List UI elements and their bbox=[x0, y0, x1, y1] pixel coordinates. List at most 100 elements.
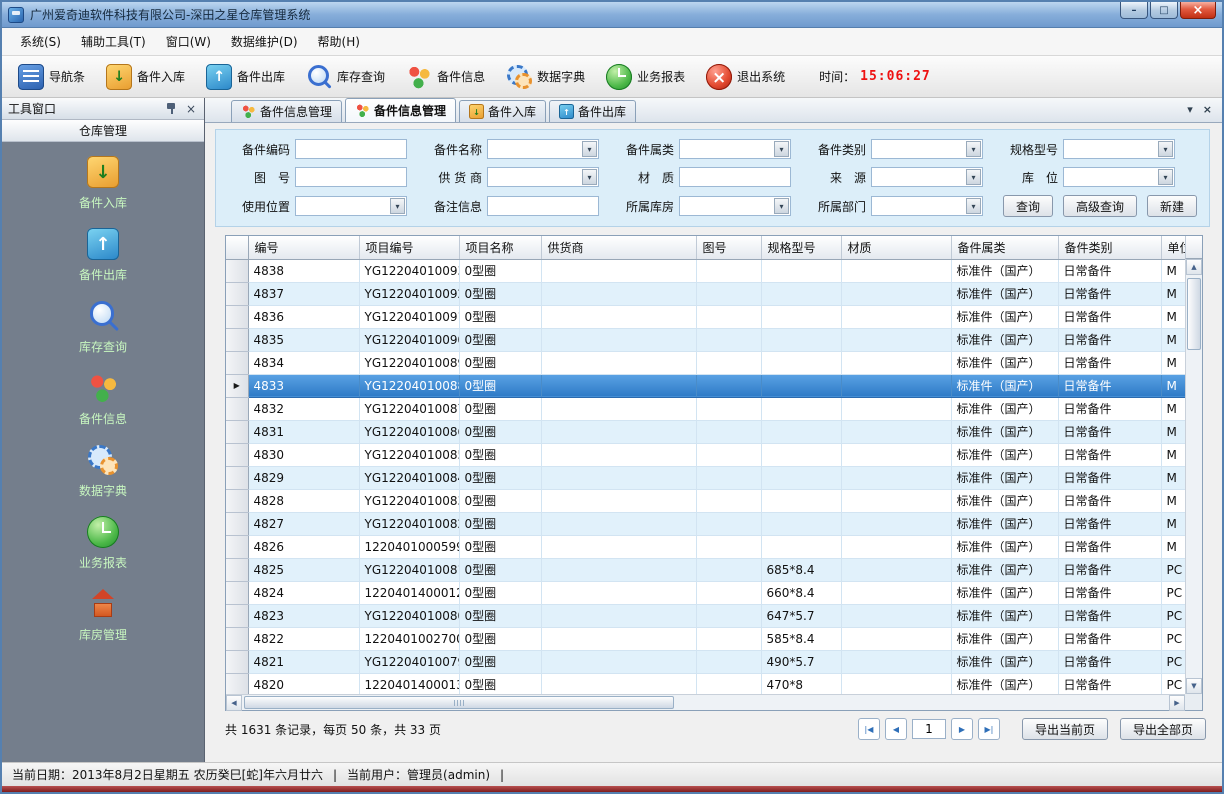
table-row[interactable]: 4830YG122040100850型圈标准件（国产）日常备件M bbox=[226, 443, 1185, 466]
close-button[interactable] bbox=[1180, 2, 1216, 19]
next-page-button[interactable] bbox=[951, 718, 973, 740]
vscroll-thumb[interactable] bbox=[1187, 278, 1201, 350]
tab[interactable]: 备件信息管理 bbox=[345, 98, 456, 122]
scroll-left-icon[interactable] bbox=[226, 695, 242, 711]
minimize-button[interactable] bbox=[1120, 2, 1148, 19]
maximize-button[interactable] bbox=[1150, 2, 1178, 19]
table-row[interactable]: 4836YG122040100910型圈标准件（国产）日常备件M bbox=[226, 305, 1185, 328]
vertical-scrollbar[interactable] bbox=[1185, 259, 1202, 694]
advanced-query-button[interactable]: 高级查询 bbox=[1063, 195, 1137, 217]
scroll-down-icon[interactable] bbox=[1186, 678, 1202, 694]
table-cell: PC bbox=[1161, 627, 1185, 650]
search-dropdown[interactable] bbox=[1063, 167, 1175, 187]
close-icon[interactable] bbox=[184, 103, 198, 115]
column-header[interactable]: 单位 bbox=[1161, 236, 1185, 259]
table-row[interactable]: 4821YG122040100790型圈490*5.7标准件（国产）日常备件PC bbox=[226, 650, 1185, 673]
search-dropdown[interactable] bbox=[1063, 139, 1175, 159]
column-header[interactable]: 材质 bbox=[841, 236, 951, 259]
export-all-pages-button[interactable]: 导出全部页 bbox=[1120, 718, 1206, 740]
tab[interactable]: 备件出库 bbox=[549, 100, 636, 122]
column-header[interactable]: 图号 bbox=[696, 236, 761, 259]
search-dropdown[interactable] bbox=[871, 139, 983, 159]
sidebar-item[interactable]: 备件入库 bbox=[79, 156, 127, 211]
tab[interactable]: 备件信息管理 bbox=[231, 100, 342, 122]
table-row[interactable]: 4829YG122040100840型圈标准件（国产）日常备件M bbox=[226, 466, 1185, 489]
column-header[interactable]: 编号 bbox=[248, 236, 359, 259]
horizontal-scrollbar[interactable] bbox=[226, 694, 1185, 710]
table-row[interactable]: 4833YG122040100880型圈标准件（国产）日常备件M bbox=[226, 374, 1185, 397]
tab-list-dropdown-icon[interactable] bbox=[1187, 103, 1193, 116]
table-row[interactable]: 4827YG122040100820型圈标准件（国产）日常备件M bbox=[226, 512, 1185, 535]
table-row[interactable]: 482412204014000120型圈660*8.4标准件（国产）日常备件PC bbox=[226, 581, 1185, 604]
scroll-right-icon[interactable] bbox=[1169, 695, 1185, 711]
sidebar-item[interactable]: 库存查询 bbox=[79, 300, 127, 355]
toolbar-button[interactable]: 退出系统 bbox=[698, 61, 793, 93]
table-row[interactable]: 4823YG122040100800型圈647*5.7标准件（国产）日常备件PC bbox=[226, 604, 1185, 627]
sidebar-item[interactable]: 业务报表 bbox=[79, 516, 127, 571]
toolbar-button[interactable]: 备件信息 bbox=[398, 61, 493, 93]
search-text-input[interactable] bbox=[295, 139, 407, 159]
search-dropdown[interactable] bbox=[487, 167, 599, 187]
menu-item[interactable]: 帮助(H) bbox=[308, 29, 370, 54]
new-button[interactable]: 新建 bbox=[1147, 195, 1197, 217]
menu-item[interactable]: 系统(S) bbox=[10, 29, 71, 54]
menu-item[interactable]: 辅助工具(T) bbox=[71, 29, 156, 54]
sidebar-item[interactable]: 备件出库 bbox=[79, 228, 127, 283]
toolbar-button[interactable]: 业务报表 bbox=[598, 61, 693, 93]
menu-item[interactable]: 窗口(W) bbox=[156, 29, 221, 54]
search-dropdown[interactable] bbox=[295, 196, 407, 216]
search-text-input[interactable] bbox=[679, 167, 791, 187]
search-text-input[interactable] bbox=[295, 167, 407, 187]
chevron-down-icon bbox=[582, 169, 597, 185]
toolbar-button[interactable]: 备件出库 bbox=[198, 61, 293, 93]
sidebar-item[interactable]: 数据字典 bbox=[79, 444, 127, 499]
table-row[interactable]: 4834YG122040100890型圈标准件（国产）日常备件M bbox=[226, 351, 1185, 374]
toolbar-button[interactable]: 库存查询 bbox=[298, 61, 393, 93]
column-header[interactable]: 规格型号 bbox=[761, 236, 841, 259]
search-dropdown[interactable] bbox=[679, 196, 791, 216]
table-cell: 标准件（国产） bbox=[951, 627, 1058, 650]
table-row[interactable]: 482612204010005990型圈标准件（国产）日常备件M bbox=[226, 535, 1185, 558]
table-cell: 0型圈 bbox=[459, 305, 541, 328]
hscroll-track[interactable] bbox=[242, 695, 1169, 710]
first-page-button[interactable] bbox=[858, 718, 880, 740]
table-row[interactable]: 482212204010027000型圈585*8.4标准件（国产）日常备件PC bbox=[226, 627, 1185, 650]
sidebar-item[interactable]: 备件信息 bbox=[79, 372, 127, 427]
menu-item[interactable]: 数据维护(D) bbox=[221, 29, 308, 54]
query-button[interactable]: 查询 bbox=[1003, 195, 1053, 217]
export-current-page-button[interactable]: 导出当前页 bbox=[1022, 718, 1108, 740]
table-row[interactable]: 4831YG122040100860型圈标准件（国产）日常备件M bbox=[226, 420, 1185, 443]
column-header[interactable]: 备件属类 bbox=[951, 236, 1058, 259]
table-row[interactable]: 4837YG122040100920型圈标准件（国产）日常备件M bbox=[226, 282, 1185, 305]
last-page-button[interactable] bbox=[978, 718, 1000, 740]
column-header[interactable]: 项目名称 bbox=[459, 236, 541, 259]
table-row[interactable]: 4825YG122040100810型圈685*8.4标准件（国产）日常备件PC bbox=[226, 558, 1185, 581]
toolbar-button[interactable]: 数据字典 bbox=[498, 61, 593, 93]
search-dropdown[interactable] bbox=[679, 139, 791, 159]
column-header[interactable]: 项目编号 bbox=[359, 236, 459, 259]
table-row[interactable]: 4832YG122040100870型圈标准件（国产）日常备件M bbox=[226, 397, 1185, 420]
search-dropdown[interactable] bbox=[487, 139, 599, 159]
search-dropdown[interactable] bbox=[871, 196, 983, 216]
hscroll-thumb[interactable] bbox=[244, 696, 674, 709]
vscroll-track[interactable] bbox=[1186, 275, 1202, 678]
table-row[interactable]: 4828YG122040100830型圈标准件（国产）日常备件M bbox=[226, 489, 1185, 512]
scroll-up-icon[interactable] bbox=[1186, 259, 1202, 275]
column-header[interactable]: 备件类别 bbox=[1058, 236, 1161, 259]
table-row[interactable]: 4835YG122040100900型圈标准件（国产）日常备件M bbox=[226, 328, 1185, 351]
toolbar-button[interactable]: 导航条 bbox=[10, 61, 93, 93]
close-tab-icon[interactable] bbox=[1203, 103, 1212, 116]
toolbar-button[interactable]: 备件入库 bbox=[98, 61, 193, 93]
field-label: 备件编码 bbox=[230, 141, 290, 158]
prev-page-button[interactable] bbox=[885, 718, 907, 740]
column-header[interactable]: 供货商 bbox=[541, 236, 696, 259]
table-row[interactable]: 4838YG122040100930型圈标准件（国产）日常备件M bbox=[226, 259, 1185, 282]
page-number-input[interactable] bbox=[912, 719, 946, 739]
tab[interactable]: 备件入库 bbox=[459, 100, 546, 122]
search-text-input[interactable] bbox=[487, 196, 599, 216]
search-dropdown[interactable] bbox=[871, 167, 983, 187]
row-selector-cell bbox=[226, 328, 248, 351]
pin-icon[interactable] bbox=[165, 102, 178, 115]
sidebar-item[interactable]: 库房管理 bbox=[79, 588, 127, 643]
table-row[interactable]: 482012204014000130型圈470*8标准件（国产）日常备件PC bbox=[226, 673, 1185, 694]
